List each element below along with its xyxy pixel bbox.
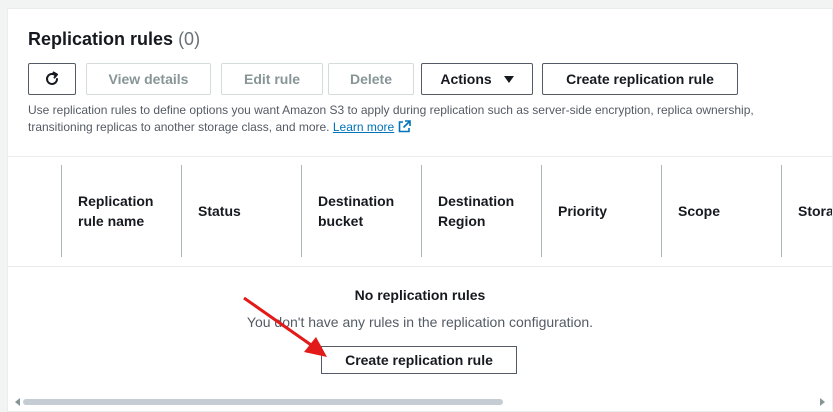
annotation-overlay (243, 296, 327, 357)
red-arrow-line (243, 296, 315, 349)
red-arrow-head-icon (304, 337, 327, 357)
